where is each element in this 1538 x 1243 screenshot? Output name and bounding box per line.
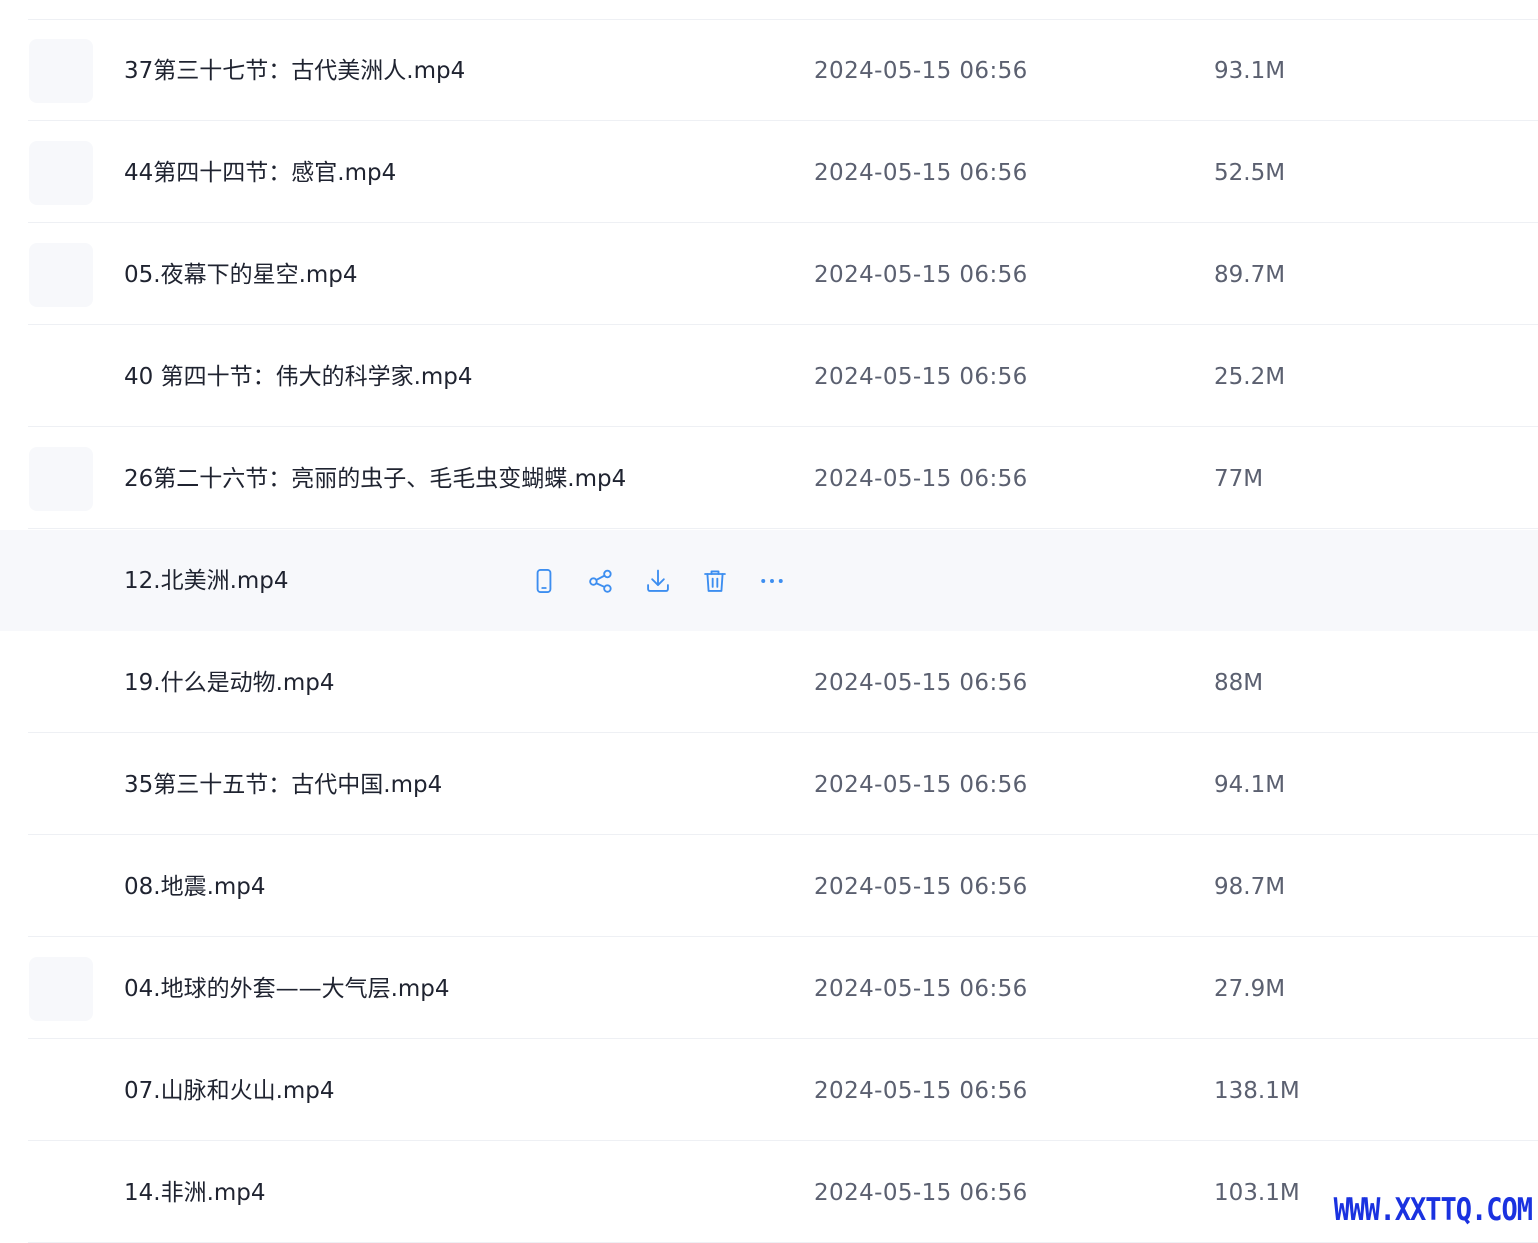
table-row[interactable]: 05.夜幕下的星空.mp4 2024-05-15 06:56 89.7M xyxy=(0,224,1538,325)
more-button[interactable] xyxy=(757,566,787,596)
file-size: 138.1M xyxy=(1214,1078,1300,1104)
download-button[interactable] xyxy=(643,566,673,596)
file-date: 2024-05-15 06:56 xyxy=(814,262,1028,288)
file-size: 94.1M xyxy=(1214,772,1286,798)
table-row[interactable]: 37第三十七节：古代美洲人.mp4 2024-05-15 06:56 93.1M xyxy=(0,20,1538,121)
file-date: 2024-05-15 06:56 xyxy=(814,1078,1028,1104)
table-row[interactable]: 04.地球的外套——大气层.mp4 2024-05-15 06:56 27.9M xyxy=(0,938,1538,1039)
file-size: 77M xyxy=(1214,466,1264,492)
table-row[interactable]: 08.地震.mp4 2024-05-15 06:56 98.7M xyxy=(0,836,1538,937)
file-size: 25.2M xyxy=(1214,364,1286,390)
file-name[interactable]: 05.夜幕下的星空.mp4 xyxy=(124,258,358,292)
table-row[interactable]: 40 第四十节：伟大的科学家.mp4 2024-05-15 06:56 25.2M xyxy=(0,326,1538,427)
file-size: 89.7M xyxy=(1214,262,1286,288)
table-row[interactable]: 26第二十六节：亮丽的虫子、毛毛虫变蝴蝶.mp4 2024-05-15 06:56… xyxy=(0,428,1538,529)
row-actions xyxy=(529,566,814,596)
file-name[interactable]: 14.非洲.mp4 xyxy=(124,1176,266,1210)
table-row[interactable]: 35第三十五节：古代中国.mp4 2024-05-15 06:56 94.1M xyxy=(0,734,1538,835)
file-name[interactable]: 12.北美洲.mp4 xyxy=(124,564,289,598)
file-date: 2024-05-15 06:56 xyxy=(814,670,1028,696)
file-name[interactable]: 07.山脉和火山.mp4 xyxy=(124,1074,335,1108)
share-icon xyxy=(587,567,615,595)
phone-icon xyxy=(530,567,558,595)
download-icon xyxy=(644,567,672,595)
table-row[interactable]: 07.山脉和火山.mp4 2024-05-15 06:56 138.1M xyxy=(0,1040,1538,1141)
table-row[interactable]: 19.什么是动物.mp4 2024-05-15 06:56 88M xyxy=(0,632,1538,733)
file-date: 2024-05-15 06:56 xyxy=(814,160,1028,186)
file-thumbnail[interactable] xyxy=(29,447,93,511)
file-name[interactable]: 08.地震.mp4 xyxy=(124,870,266,904)
file-name[interactable]: 40 第四十节：伟大的科学家.mp4 xyxy=(124,360,473,394)
file-size: 93.1M xyxy=(1214,58,1286,84)
file-date: 2024-05-15 06:56 xyxy=(814,772,1028,798)
delete-button[interactable] xyxy=(700,566,730,596)
file-thumbnail[interactable] xyxy=(29,141,93,205)
file-date: 2024-05-15 06:56 xyxy=(814,976,1028,1002)
file-size: 27.9M xyxy=(1214,976,1286,1002)
file-size: 88M xyxy=(1214,670,1264,696)
table-row[interactable]: 14.非洲.mp4 2024-05-15 06:56 103.1M xyxy=(0,1142,1538,1243)
file-size: 103.1M xyxy=(1214,1180,1300,1206)
more-icon xyxy=(758,567,786,595)
watermark: WWW.XXTTQ.COM xyxy=(1333,1192,1533,1228)
table-row[interactable]: 12.北美洲.mp4 xyxy=(0,530,1538,631)
share-button[interactable] xyxy=(586,566,616,596)
send-to-phone-button[interactable] xyxy=(529,566,559,596)
file-thumbnail[interactable] xyxy=(29,243,93,307)
file-date: 2024-05-15 06:56 xyxy=(814,58,1028,84)
file-date: 2024-05-15 06:56 xyxy=(814,874,1028,900)
file-thumbnail[interactable] xyxy=(29,957,93,1021)
file-name[interactable]: 37第三十七节：古代美洲人.mp4 xyxy=(124,54,465,88)
file-name[interactable]: 04.地球的外套——大气层.mp4 xyxy=(124,972,450,1006)
file-date: 2024-05-15 06:56 xyxy=(814,1180,1028,1206)
file-list: 37第三十七节：古代美洲人.mp4 2024-05-15 06:56 93.1M 44… xyxy=(0,0,1538,1243)
file-name[interactable]: 19.什么是动物.mp4 xyxy=(124,666,335,700)
file-size: 52.5M xyxy=(1214,160,1286,186)
file-name[interactable]: 26第二十六节：亮丽的虫子、毛毛虫变蝴蝶.mp4 xyxy=(124,462,626,496)
file-name[interactable]: 35第三十五节：古代中国.mp4 xyxy=(124,768,442,802)
file-size: 98.7M xyxy=(1214,874,1286,900)
file-date: 2024-05-15 06:56 xyxy=(814,364,1028,390)
file-name[interactable]: 44第四十四节：感官.mp4 xyxy=(124,156,396,190)
trash-icon xyxy=(701,567,729,595)
table-row[interactable]: 44第四十四节：感官.mp4 2024-05-15 06:56 52.5M xyxy=(0,122,1538,223)
file-thumbnail[interactable] xyxy=(29,39,93,103)
file-date: 2024-05-15 06:56 xyxy=(814,466,1028,492)
